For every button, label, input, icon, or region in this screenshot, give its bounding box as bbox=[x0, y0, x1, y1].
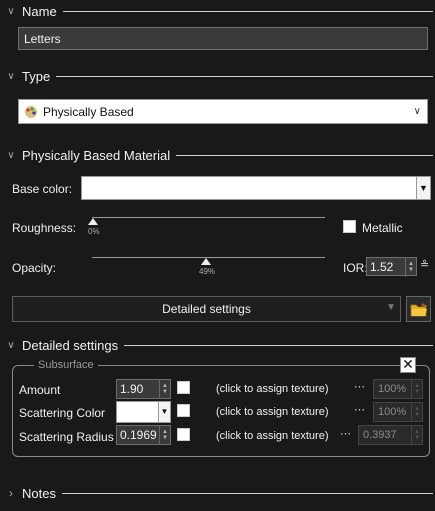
material-section-header[interactable]: ∨ Physically Based Material bbox=[0, 145, 435, 165]
dropdown-arrow-icon: ▼ bbox=[386, 302, 396, 313]
chevron-right-icon: › bbox=[9, 486, 13, 500]
scattering-radius-spinner[interactable]: ▲ ▼ bbox=[159, 425, 170, 445]
notes-section-header[interactable]: › Notes bbox=[0, 483, 435, 503]
scattering-color-texture-link[interactable]: (click to assign texture) bbox=[216, 406, 328, 418]
scattering-radius-label: Scattering Radius bbox=[19, 430, 114, 444]
type-select-value: Physically Based bbox=[43, 104, 134, 119]
material-palette-icon bbox=[25, 105, 37, 118]
section-divider bbox=[176, 154, 433, 156]
ior-value: 1.52 bbox=[370, 259, 394, 274]
detailed-section-title: Detailed settings bbox=[22, 337, 119, 353]
roughness-value: 0% bbox=[88, 227, 100, 236]
dropdown-arrow-icon[interactable]: ▼ bbox=[416, 177, 430, 199]
amount-texture-strength: 100% ▲ ▼ bbox=[373, 379, 423, 399]
spinner-icon: ▲ ▼ bbox=[411, 402, 422, 422]
scattering-radius-texture-strength: 0.3937 ▲ ▼ bbox=[358, 425, 423, 445]
chevron-down-icon: ∨ bbox=[413, 106, 421, 117]
spinner-icon: ▲ ▼ bbox=[411, 425, 422, 445]
subsurface-title: Subsurface bbox=[34, 359, 98, 371]
amount-spinner[interactable]: ▲ ▼ bbox=[159, 379, 170, 399]
scattering-radius-input[interactable]: 0.1969 ▲ ▼ bbox=[116, 425, 171, 445]
detailed-section-header[interactable]: ∨ Detailed settings bbox=[0, 335, 435, 355]
spinner-icon: ▲ ▼ bbox=[411, 379, 422, 399]
ior-preset-icon[interactable]: ≗ bbox=[420, 258, 429, 271]
detailed-settings-label: Detailed settings bbox=[162, 302, 251, 316]
material-section-title: Physically Based Material bbox=[22, 147, 171, 163]
notes-section-title: Notes bbox=[22, 485, 56, 501]
chevron-down-icon: ∨ bbox=[7, 5, 15, 17]
name-input-value: Letters bbox=[24, 31, 61, 46]
scattering-radius-texture-link[interactable]: (click to assign texture) bbox=[216, 430, 328, 442]
name-section-header[interactable]: ∨ Name bbox=[0, 1, 435, 21]
scattering-radius-texture-checkbox[interactable] bbox=[177, 428, 190, 441]
type-section-title: Type bbox=[22, 68, 51, 84]
ellipsis-icon[interactable]: ⋯ bbox=[354, 380, 365, 393]
open-folder-button[interactable] bbox=[406, 296, 431, 322]
metallic-label: Metallic bbox=[362, 221, 403, 235]
scattering-color-label: Scattering Color bbox=[19, 406, 106, 420]
roughness-slider-thumb[interactable] bbox=[88, 218, 98, 225]
scattering-color-texture-checkbox[interactable] bbox=[177, 404, 190, 417]
opacity-value: 49% bbox=[199, 267, 216, 276]
scattering-radius-texture-percent: 0.3937 bbox=[363, 429, 397, 441]
ior-spinner[interactable]: ▲ ▼ bbox=[405, 256, 416, 277]
amount-value: 1.90 bbox=[120, 382, 144, 396]
ior-label: IOR: bbox=[343, 261, 368, 275]
amount-label: Amount bbox=[19, 383, 61, 397]
scattering-color-texture-percent: 100% bbox=[378, 406, 407, 418]
chevron-down-icon: ∨ bbox=[7, 70, 15, 82]
section-divider bbox=[124, 344, 433, 346]
type-section-header[interactable]: ∨ Type bbox=[0, 66, 435, 86]
ellipsis-icon[interactable]: ⋯ bbox=[354, 403, 365, 416]
section-divider bbox=[56, 75, 433, 77]
chevron-down-icon: ∨ bbox=[7, 149, 15, 161]
section-divider bbox=[61, 492, 433, 494]
opacity-slider-thumb[interactable] bbox=[201, 258, 211, 265]
metallic-checkbox[interactable] bbox=[343, 220, 356, 233]
amount-input[interactable]: 1.90 ▲ ▼ bbox=[116, 379, 171, 399]
base-color-picker[interactable]: ▼ bbox=[81, 176, 431, 200]
scattering-color-picker[interactable]: ▼ bbox=[116, 401, 171, 423]
name-section-title: Name bbox=[22, 3, 57, 19]
ellipsis-icon[interactable]: ⋯ bbox=[340, 427, 351, 440]
ior-input[interactable]: 1.52 ▲ ▼ bbox=[366, 256, 417, 277]
base-color-label: Base color: bbox=[12, 182, 73, 196]
close-icon[interactable]: ✕ bbox=[400, 357, 416, 373]
name-input[interactable]: Letters bbox=[18, 27, 428, 50]
chevron-down-icon: ∨ bbox=[7, 339, 15, 351]
amount-texture-percent: 100% bbox=[378, 383, 407, 395]
scattering-radius-value: 0.1969 bbox=[120, 428, 157, 442]
open-folder-icon bbox=[410, 303, 427, 316]
detailed-settings-dropdown[interactable]: Detailed settings ▼ bbox=[12, 296, 401, 322]
section-divider bbox=[62, 10, 433, 12]
roughness-slider[interactable] bbox=[92, 217, 325, 218]
opacity-label: Opacity: bbox=[12, 261, 57, 275]
roughness-label: Roughness: bbox=[12, 221, 77, 235]
amount-texture-checkbox[interactable] bbox=[177, 381, 190, 394]
type-select[interactable]: Physically Based ∨ bbox=[18, 99, 428, 124]
dropdown-arrow-icon[interactable]: ▼ bbox=[158, 402, 170, 422]
scattering-color-texture-strength: 100% ▲ ▼ bbox=[373, 402, 423, 422]
amount-texture-link[interactable]: (click to assign texture) bbox=[216, 383, 328, 395]
